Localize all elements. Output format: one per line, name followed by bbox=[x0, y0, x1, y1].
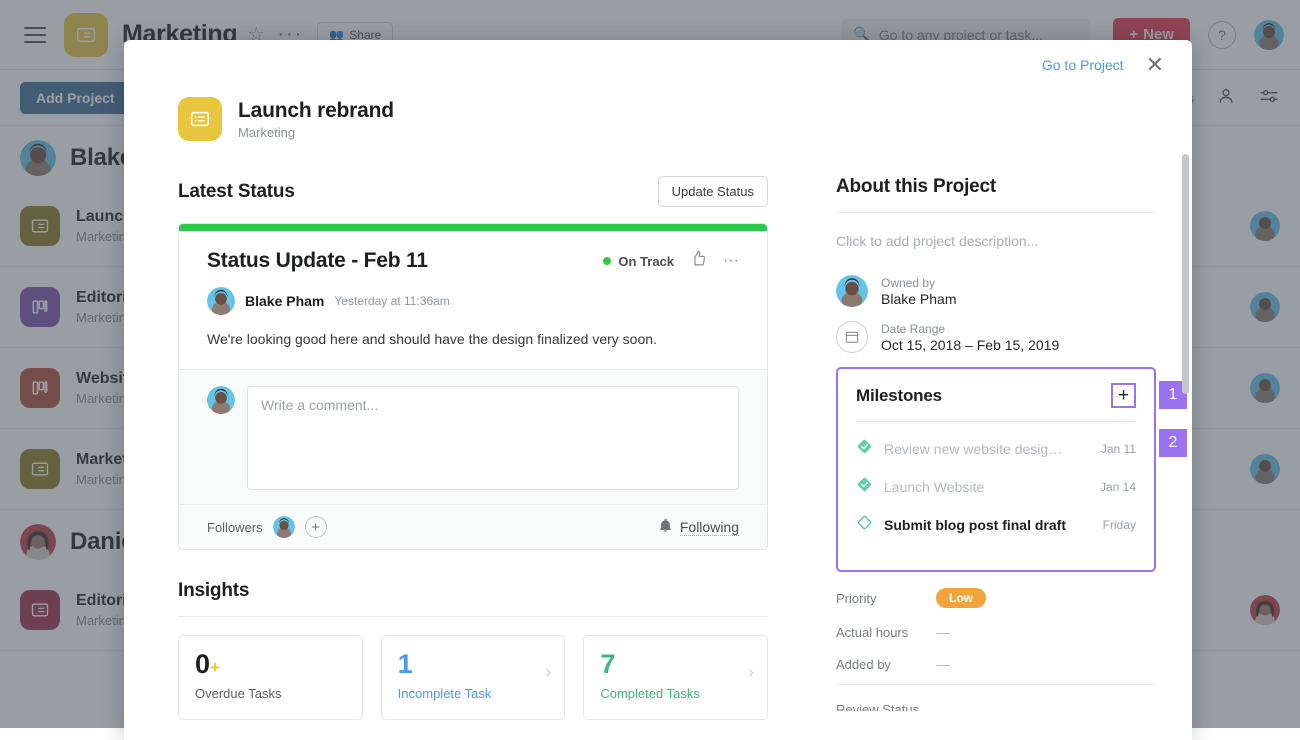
insights-heading: Insights bbox=[178, 580, 768, 602]
milestone-row[interactable]: Review new website desig… Jan 11 bbox=[856, 438, 1136, 460]
insight-label: Completed Tasks bbox=[600, 686, 751, 701]
project-icon bbox=[178, 97, 222, 141]
insight-card-completed[interactable]: 7 Completed Tasks › bbox=[583, 635, 768, 720]
add-milestone-button[interactable]: + bbox=[1111, 383, 1136, 408]
update-status-button[interactable]: Update Status bbox=[658, 176, 768, 207]
comment-section: Write a comment... Followers + Following bbox=[179, 369, 767, 549]
thumbs-up-icon[interactable] bbox=[690, 250, 707, 272]
following-label: Following bbox=[680, 519, 739, 536]
insights-section: Insights 0+ Overdue Tasks 1 Incomplete T… bbox=[178, 580, 768, 720]
comment-input[interactable]: Write a comment... bbox=[247, 386, 739, 490]
field-label: Actual hours bbox=[836, 625, 936, 640]
status-color-bar bbox=[179, 224, 767, 231]
date-range-label: Date Range bbox=[881, 322, 1059, 336]
avatar bbox=[836, 275, 868, 307]
status-badge: On Track bbox=[603, 254, 674, 269]
status-timestamp: Yesterday at 11:36am bbox=[334, 294, 449, 308]
milestone-complete-icon bbox=[856, 476, 873, 498]
insight-number: 0 bbox=[195, 649, 210, 679]
divider bbox=[836, 684, 1156, 685]
following-toggle[interactable]: Following bbox=[658, 518, 739, 536]
modal-side-column: About this Project Click to add project … bbox=[814, 148, 1192, 740]
field-label: Added by bbox=[836, 657, 936, 672]
milestones-heading: Milestones bbox=[856, 386, 942, 406]
milestone-date: Jan 11 bbox=[1093, 442, 1136, 456]
field-value: — bbox=[936, 656, 950, 672]
modal-project-team: Marketing bbox=[238, 125, 394, 140]
field-added-by[interactable]: Added by — bbox=[836, 656, 1156, 672]
status-badge-label: On Track bbox=[618, 254, 674, 269]
milestones-section: Milestones + Review new website desig… J… bbox=[836, 367, 1156, 572]
status-body-text: We're looking good here and should have … bbox=[207, 329, 739, 349]
milestone-name: Launch Website bbox=[884, 479, 984, 495]
divider bbox=[856, 421, 1136, 422]
scrollbar-thumb[interactable] bbox=[1182, 154, 1189, 394]
field-review-status[interactable]: Review Status bbox=[836, 701, 1156, 711]
modal-main-column: Latest Status Update Status Status Updat… bbox=[124, 148, 814, 740]
date-range-row[interactable]: Date Range Oct 15, 2018 – Feb 15, 2019 bbox=[836, 321, 1156, 353]
divider bbox=[178, 616, 768, 617]
insight-label: Incomplete Task bbox=[398, 686, 549, 701]
date-range-value: Oct 15, 2018 – Feb 15, 2019 bbox=[881, 337, 1059, 353]
project-description-input[interactable]: Click to add project description... bbox=[836, 233, 1156, 249]
go-to-project-link[interactable]: Go to Project bbox=[1042, 57, 1124, 73]
avatar bbox=[207, 386, 235, 414]
field-label: Review Status bbox=[836, 702, 919, 711]
about-heading: About this Project bbox=[836, 176, 1156, 198]
insight-label: Overdue Tasks bbox=[195, 686, 346, 701]
milestone-incomplete-icon bbox=[856, 514, 873, 536]
insight-card-incomplete[interactable]: 1 Incomplete Task › bbox=[381, 635, 566, 720]
status-update-title: Status Update - Feb 11 bbox=[207, 249, 428, 273]
insight-number: 7 bbox=[600, 651, 751, 678]
calendar-icon bbox=[836, 321, 868, 353]
milestone-date: Jan 14 bbox=[1092, 480, 1136, 494]
milestone-complete-icon bbox=[856, 438, 873, 460]
insight-number: 1 bbox=[398, 651, 549, 678]
avatar[interactable] bbox=[273, 516, 295, 538]
owner-row[interactable]: Owned by Blake Pham bbox=[836, 275, 1156, 307]
status-dot-icon bbox=[603, 257, 611, 265]
modal-toolbar: Go to Project ✕ bbox=[124, 40, 1192, 90]
field-label: Priority bbox=[836, 591, 936, 606]
project-details-modal: Go to Project ✕ Launch rebrand Marketing… bbox=[124, 40, 1192, 740]
modal-project-title: Launch rebrand bbox=[238, 99, 394, 123]
close-icon[interactable]: ✕ bbox=[1146, 54, 1164, 76]
priority-pill: Low bbox=[936, 588, 986, 608]
insight-card-overdue[interactable]: 0+ Overdue Tasks bbox=[178, 635, 363, 720]
status-author-name: Blake Pham bbox=[245, 293, 324, 309]
owner-value: Blake Pham bbox=[881, 291, 956, 307]
chevron-right-icon: › bbox=[748, 662, 754, 682]
milestone-name: Review new website desig… bbox=[884, 441, 1062, 457]
chevron-right-icon: › bbox=[546, 662, 552, 682]
owner-label: Owned by bbox=[881, 276, 956, 290]
field-priority[interactable]: Priority Low bbox=[836, 588, 1156, 608]
milestone-row[interactable]: Launch Website Jan 14 bbox=[856, 476, 1136, 498]
field-actual-hours[interactable]: Actual hours — bbox=[836, 624, 1156, 640]
status-card: Status Update - Feb 11 On Track ··· bbox=[178, 223, 768, 550]
followers-bar: Followers + Following bbox=[179, 504, 767, 549]
divider bbox=[836, 212, 1156, 213]
modal-scrollbar[interactable] bbox=[1182, 154, 1189, 740]
avatar bbox=[207, 287, 235, 315]
bell-icon bbox=[658, 518, 673, 536]
insight-suffix: + bbox=[210, 658, 220, 677]
milestone-date: Friday bbox=[1095, 518, 1136, 532]
latest-status-heading: Latest Status bbox=[178, 181, 295, 203]
followers-label: Followers bbox=[207, 520, 263, 535]
add-follower-button[interactable]: + bbox=[305, 516, 327, 538]
field-value: — bbox=[936, 624, 950, 640]
more-options-icon[interactable]: ··· bbox=[723, 252, 739, 270]
modal-header: Launch rebrand Marketing bbox=[124, 90, 1192, 148]
milestone-name: Submit blog post final draft bbox=[884, 517, 1066, 533]
milestone-row[interactable]: Submit blog post final draft Friday bbox=[856, 514, 1136, 536]
